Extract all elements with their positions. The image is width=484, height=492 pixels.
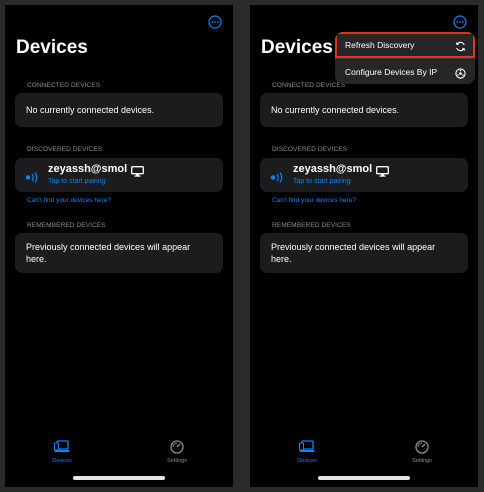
configure-devices-by-ip-menu-item[interactable]: Configure Devices By IP: [335, 58, 475, 84]
connected-devices-card: No currently connected devices.: [15, 93, 223, 127]
refresh-discovery-menu-item[interactable]: Refresh Discovery: [335, 32, 475, 58]
page-title: Devices: [261, 37, 333, 58]
devices-screen: Devices CONNECTED DEVICES No currently c…: [5, 5, 233, 487]
more-options-icon[interactable]: [208, 15, 222, 29]
tab-devices-label: Devices: [297, 458, 317, 464]
page-title: Devices: [16, 37, 88, 58]
tab-devices[interactable]: Devices: [42, 440, 82, 464]
more-options-icon[interactable]: [453, 15, 467, 29]
connected-devices-label: CONNECTED DEVICES: [27, 82, 101, 89]
broadcast-icon: [270, 170, 287, 183]
tab-devices-label: Devices: [52, 458, 72, 464]
laptop-icon: [299, 440, 315, 454]
remembered-devices-card: Previously connected devices will appear…: [260, 233, 468, 273]
monitor-icon: [131, 164, 144, 177]
broadcast-icon: [25, 170, 42, 183]
connected-empty-text: No currently connected devices.: [26, 105, 155, 115]
home-indicator: [73, 476, 165, 480]
monitor-icon: [376, 164, 389, 177]
remembered-devices-card: Previously connected devices will appear…: [15, 233, 223, 273]
gauge-icon: [414, 440, 430, 454]
tab-settings[interactable]: Settings: [157, 440, 197, 464]
connected-empty-text: No currently connected devices.: [271, 105, 400, 115]
device-pair-hint: Tap to start pairing: [48, 178, 106, 185]
cant-find-devices-link[interactable]: Can't find your devices here?: [272, 197, 356, 204]
remembered-empty-text: Previously connected devices will appear…: [271, 242, 436, 264]
gauge-icon: [169, 440, 185, 454]
home-indicator: [318, 476, 410, 480]
device-pair-hint: Tap to start pairing: [293, 178, 351, 185]
connected-devices-card: No currently connected devices.: [260, 93, 468, 127]
discovered-device-row[interactable]: zeyassh@smol Tap to start pairing: [260, 158, 468, 192]
refresh-icon: [455, 39, 466, 52]
device-name: zeyassh@smol: [48, 163, 128, 175]
discovered-device-row[interactable]: zeyassh@smol Tap to start pairing: [15, 158, 223, 192]
network-icon: [455, 66, 466, 79]
remembered-devices-label: REMEMBERED DEVICES: [27, 222, 106, 229]
options-menu: Refresh Discovery Configure Devices By I…: [335, 32, 475, 84]
remembered-devices-label: REMEMBERED DEVICES: [272, 222, 351, 229]
discovered-devices-label: DISCOVERED DEVICES: [272, 146, 348, 153]
laptop-icon: [54, 440, 70, 454]
tab-settings-label: Settings: [412, 458, 432, 464]
tab-settings-label: Settings: [167, 458, 187, 464]
refresh-discovery-label: Refresh Discovery: [345, 40, 415, 50]
tab-settings[interactable]: Settings: [402, 440, 442, 464]
device-name: zeyassh@smol: [293, 163, 373, 175]
cant-find-devices-link[interactable]: Can't find your devices here?: [27, 197, 111, 204]
tab-devices[interactable]: Devices: [287, 440, 327, 464]
remembered-empty-text: Previously connected devices will appear…: [26, 242, 191, 264]
devices-screen-menu-open: Devices CONNECTED DEVICES No currently c…: [250, 5, 478, 487]
configure-devices-label: Configure Devices By IP: [345, 67, 438, 77]
discovered-devices-label: DISCOVERED DEVICES: [27, 146, 103, 153]
